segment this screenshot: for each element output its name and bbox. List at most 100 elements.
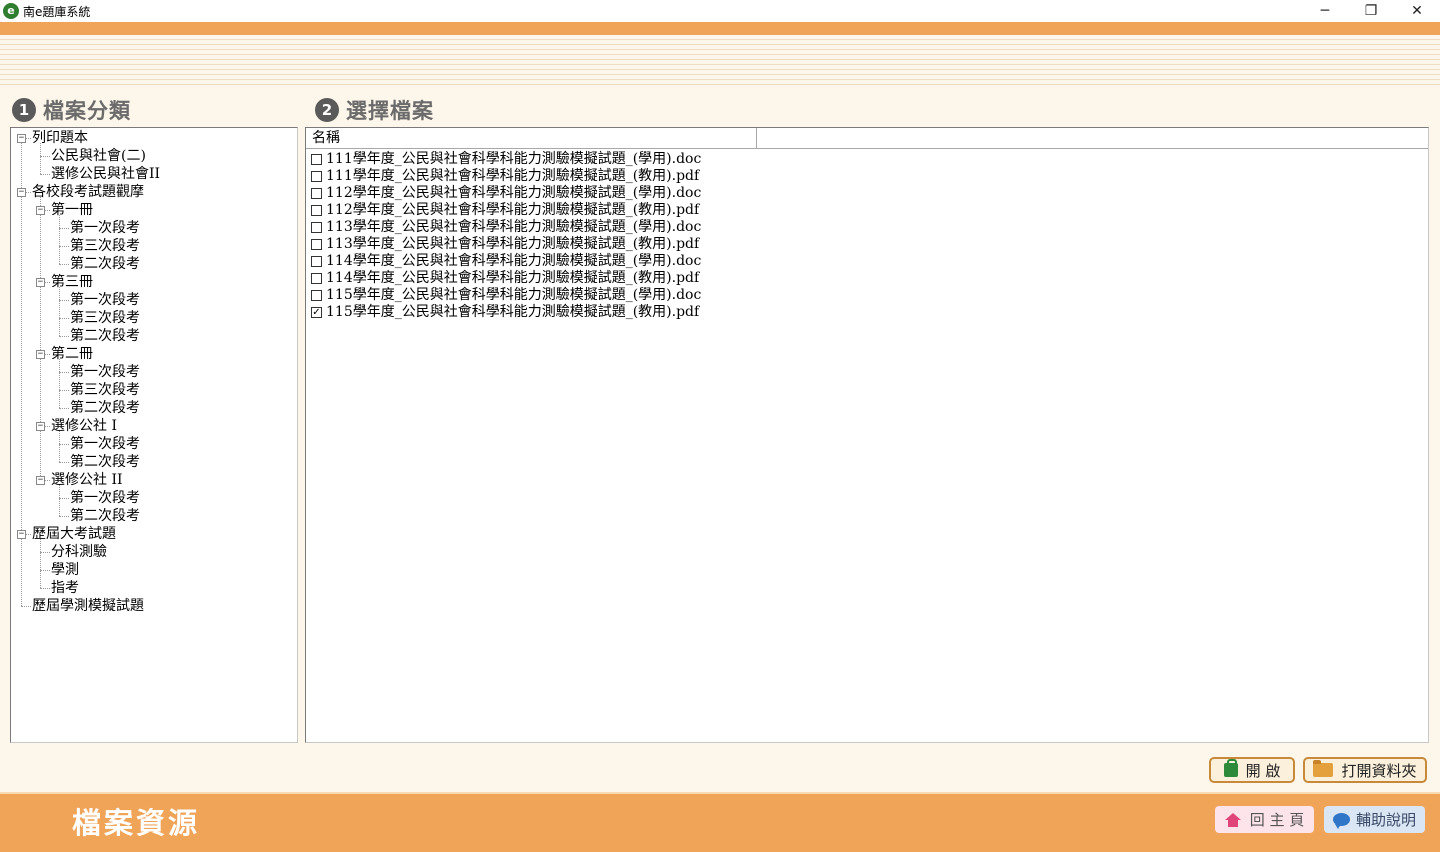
step-1-badge: 1 [12,98,36,122]
tree-item[interactable]: 第二次段考 [70,255,140,273]
tree-collapse-toggle[interactable]: − [36,350,45,359]
tree-item[interactable]: 第三冊 [51,273,93,291]
tree-connector [59,228,69,229]
tree-collapse-toggle[interactable]: − [17,188,26,197]
tree-connector [40,156,50,157]
minimize-button[interactable]: ─ [1302,0,1348,22]
file-name: 111學年度_公民與社會科學科能力測驗模擬試題_(教用).pdf [326,168,700,184]
tree-item[interactable]: 歷屆大考試題 [32,525,116,543]
tree-connector [59,215,60,264]
file-row[interactable]: 114學年度_公民與社會科學科能力測驗模擬試題_(學用).doc [311,253,701,270]
file-row[interactable]: 115學年度_公民與社會科學科能力測驗模擬試題_(學用).doc [311,287,701,304]
file-name: 115學年度_公民與社會科學科能力測驗模擬試題_(學用).doc [326,287,702,303]
tree-item[interactable]: 第二次段考 [70,507,140,525]
home-button[interactable]: 回 主 頁 [1215,806,1314,833]
tree-item[interactable]: 第二次段考 [70,399,140,417]
tree-item[interactable]: 選修公社 II [51,471,123,489]
close-button[interactable]: ✕ [1394,0,1440,22]
tree-item[interactable]: 第一次段考 [70,489,140,507]
tree-item[interactable]: 第三次段考 [70,381,140,399]
tree-item[interactable]: 第一次段考 [70,291,140,309]
footer-bar: 檔案資源 回 主 頁 輔助說明 [0,792,1440,852]
tree-connector [40,588,50,589]
app-logo-icon: e [3,3,19,19]
file-checkbox[interactable] [311,222,322,233]
file-checkbox[interactable] [311,205,322,216]
tree-collapse-toggle[interactable]: − [36,206,45,215]
file-row[interactable]: ✓ 115學年度_公民與社會科學科能力測驗模擬試題_(教用).pdf [311,304,699,321]
open-folder-button-label: 打開資料夾 [1341,761,1417,780]
file-name: 114學年度_公民與社會科學科能力測驗模擬試題_(教用).pdf [326,270,700,286]
tree-item[interactable]: 學測 [51,561,79,579]
file-row[interactable]: 111學年度_公民與社會科學科能力測驗模擬試題_(學用).doc [311,151,701,168]
file-row[interactable]: 114學年度_公民與社會科學科能力測驗模擬試題_(教用).pdf [311,270,699,287]
tree-item[interactable]: 選修公民與社會II [51,165,160,183]
tree-item[interactable]: 第三次段考 [70,237,140,255]
tree-item[interactable]: 第一次段考 [70,435,140,453]
open-button[interactable]: 開 啟 [1209,757,1295,783]
category-tree[interactable]: − 列印題本 公民與社會(二) 選修公民與社會II − 各校段考試題觀摩 − 第一冊 第一次段考… [10,127,298,743]
file-checkbox[interactable] [311,290,322,301]
file-row[interactable]: 113學年度_公民與社會科學科能力測驗模擬試題_(教用).pdf [311,236,699,253]
file-name: 115學年度_公民與社會科學科能力測驗模擬試題_(教用).pdf [326,304,700,320]
column-header-name[interactable]: 名稱 [306,128,757,148]
open-folder-button[interactable]: 打開資料夾 [1303,757,1427,783]
help-button[interactable]: 輔助說明 [1324,806,1425,833]
file-name: 112學年度_公民與社會科學科能力測驗模擬試題_(教用).pdf [326,202,700,218]
tree-item[interactable]: 第二次段考 [70,327,140,345]
tree-collapse-toggle[interactable]: − [36,278,45,287]
window-title: 南e題庫系統 [23,4,91,19]
tree-item[interactable]: 第一冊 [51,201,93,219]
open-button-label: 開 啟 [1245,761,1281,780]
tree-connector [40,552,50,553]
file-checkbox[interactable] [311,273,322,284]
tree-connector [40,197,41,480]
tree-connector [59,390,69,391]
file-checkbox[interactable] [311,171,322,182]
file-checkbox[interactable] [311,154,322,165]
file-checkbox[interactable] [311,188,322,199]
tree-connector [59,318,69,319]
chat-bubble-icon [1332,813,1350,829]
file-row[interactable]: 113學年度_公民與社會科學科能力測驗模擬試題_(學用).doc [311,219,701,236]
help-button-label: 輔助說明 [1355,811,1416,829]
tree-collapse-toggle[interactable]: − [17,530,26,539]
tree-connector [59,516,69,517]
home-icon [1224,812,1241,827]
tree-item[interactable]: 第二冊 [51,345,93,363]
header-accent-bar [0,22,1440,35]
file-name: 113學年度_公民與社會科學科能力測驗模擬試題_(學用).doc [326,219,702,235]
tree-item[interactable]: 公民與社會(二) [51,147,146,165]
tree-item[interactable]: 第一次段考 [70,219,140,237]
tree-item[interactable]: 各校段考試題觀摩 [32,183,144,201]
file-checkbox[interactable]: ✓ [311,307,322,318]
file-list[interactable]: 名稱 111學年度_公民與社會科學科能力測驗模擬試題_(學用).doc 111學年… [305,127,1429,743]
tree-connector [59,372,69,373]
window-titlebar: e 南e題庫系統 ─ ❐ ✕ [0,0,1440,22]
file-checkbox[interactable] [311,239,322,250]
tree-collapse-toggle[interactable]: − [36,422,45,431]
header-stripes [0,35,1440,87]
tree-item[interactable]: 第三次段考 [70,309,140,327]
tree-item[interactable]: 分科測驗 [51,543,107,561]
tree-collapse-toggle[interactable]: − [17,134,26,143]
file-name: 114學年度_公民與社會科學科能力測驗模擬試題_(學用).doc [326,253,702,269]
tree-connector [59,300,69,301]
tree-connector [40,174,50,175]
home-button-label: 回 主 頁 [1249,811,1305,829]
tree-item[interactable]: 第一次段考 [70,363,140,381]
tree-item[interactable]: 選修公社 I [51,417,117,435]
tree-item[interactable]: 歷屆學測模擬試題 [32,597,144,615]
file-checkbox[interactable] [311,256,322,267]
tree-connector [59,359,60,408]
file-row[interactable]: 112學年度_公民與社會科學科能力測驗模擬試題_(學用).doc [311,185,701,202]
tree-item[interactable]: 列印題本 [32,129,88,147]
file-row[interactable]: 112學年度_公民與社會科學科能力測驗模擬試題_(教用).pdf [311,202,699,219]
restore-button[interactable]: ❐ [1348,0,1394,22]
tree-collapse-toggle[interactable]: − [36,476,45,485]
tree-connector [59,264,69,265]
file-row[interactable]: 111學年度_公民與社會科學科能力測驗模擬試題_(教用).pdf [311,168,699,185]
tree-item[interactable]: 第二次段考 [70,453,140,471]
category-heading: 1 檔案分類 [12,96,131,124]
tree-item[interactable]: 指考 [51,579,79,597]
